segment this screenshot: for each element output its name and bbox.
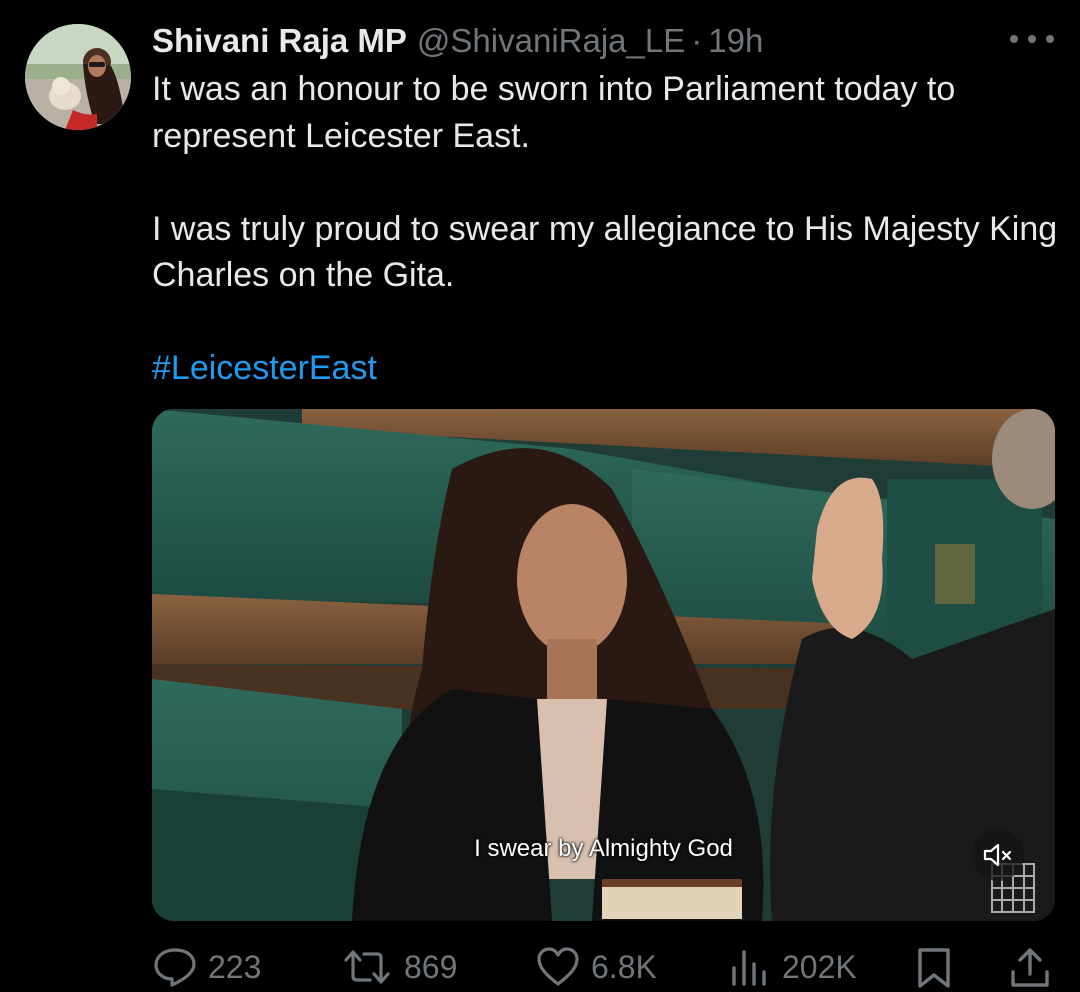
bookmark-icon <box>918 948 950 988</box>
author-handle[interactable]: @ShivaniRaja_LE <box>417 22 685 60</box>
views-count: 202K <box>782 948 857 985</box>
reply-count: 223 <box>208 948 262 985</box>
author-avatar[interactable] <box>25 24 131 130</box>
tweet-header: Shivani Raja MP @ShivaniRaja_LE · 19h <box>152 20 763 62</box>
more-horizontal-icon <box>1028 35 1036 43</box>
share-icon <box>1011 948 1049 987</box>
views-icon <box>732 950 766 986</box>
video-caption: I swear by Almighty God <box>474 835 733 862</box>
more-options-button[interactable] <box>1010 24 1054 54</box>
heart-icon <box>537 947 579 986</box>
more-horizontal-icon <box>1046 35 1054 43</box>
tweet-paragraph-1: It was an honour to be sworn into Parlia… <box>152 70 956 155</box>
more-horizontal-icon <box>1010 35 1018 43</box>
tweet-text: It was an honour to be sworn into Parlia… <box>152 66 1062 392</box>
like-count: 6.8K <box>591 948 657 985</box>
repost-button[interactable]: 869 <box>340 946 457 988</box>
mute-toggle-button[interactable] <box>972 829 1024 881</box>
volume-muted-icon <box>983 843 1012 867</box>
hashtag-link[interactable]: #LeicesterEast <box>152 349 377 387</box>
author-name[interactable]: Shivani Raja MP <box>152 22 407 60</box>
separator-dot: · <box>691 22 703 59</box>
reply-button[interactable]: 223 <box>152 946 261 988</box>
tweet-video[interactable]: I swear by Almighty God <box>152 409 1055 921</box>
like-button[interactable]: 6.8K <box>535 946 657 988</box>
repost-count: 869 <box>404 948 458 985</box>
tweet-paragraph-2: I was truly proud to swear my allegiance… <box>152 209 1058 295</box>
reply-icon <box>154 948 196 987</box>
views-button[interactable]: 202K <box>726 946 857 988</box>
tweet-timestamp[interactable]: 19h <box>708 22 763 60</box>
repost-icon <box>344 950 390 984</box>
bookmark-button[interactable] <box>914 946 954 990</box>
tweet-action-bar: 223 869 6.8K 202K <box>152 940 1055 992</box>
share-button[interactable] <box>1008 946 1052 990</box>
